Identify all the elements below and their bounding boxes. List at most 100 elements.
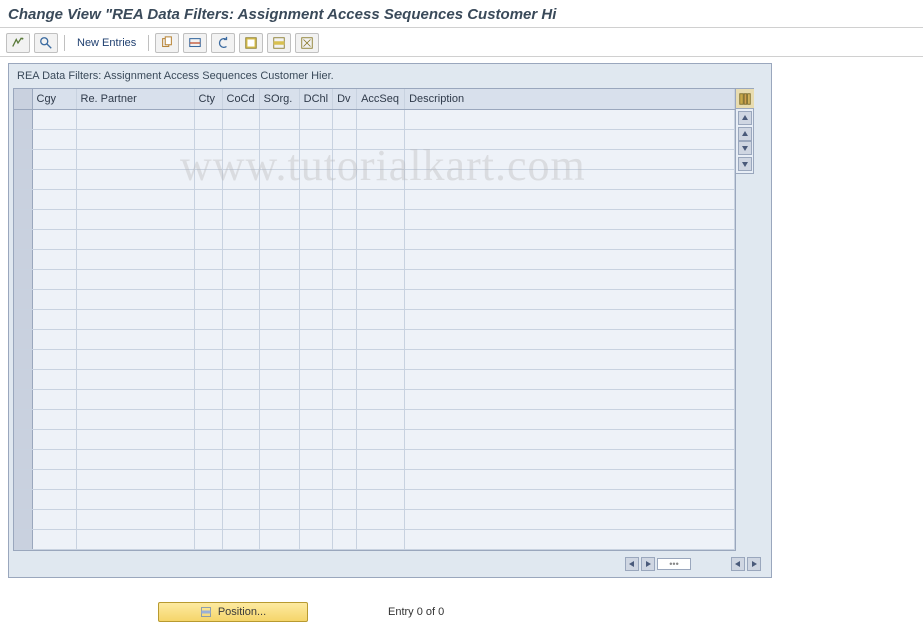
- cell-cocd[interactable]: [222, 289, 259, 309]
- cell-dchl[interactable]: [299, 389, 332, 409]
- cell-cty[interactable]: [194, 129, 222, 149]
- cell-accseq[interactable]: [357, 469, 405, 489]
- cell-cty[interactable]: [194, 489, 222, 509]
- cell-dchl[interactable]: [299, 269, 332, 289]
- cell-partner[interactable]: [76, 369, 194, 389]
- cell-description[interactable]: [405, 509, 735, 529]
- cell-partner[interactable]: [76, 169, 194, 189]
- cell-cty[interactable]: [194, 389, 222, 409]
- cell-dchl[interactable]: [299, 449, 332, 469]
- cell-partner[interactable]: [76, 389, 194, 409]
- table-row[interactable]: [14, 329, 735, 349]
- cell-cty[interactable]: [194, 429, 222, 449]
- cell-partner[interactable]: [76, 289, 194, 309]
- cell-cty[interactable]: [194, 449, 222, 469]
- cell-cocd[interactable]: [222, 389, 259, 409]
- cell-description[interactable]: [405, 329, 735, 349]
- cell-cocd[interactable]: [222, 509, 259, 529]
- table-row[interactable]: [14, 229, 735, 249]
- cell-cocd[interactable]: [222, 409, 259, 429]
- cell-dv[interactable]: [333, 129, 357, 149]
- cell-partner[interactable]: [76, 489, 194, 509]
- cell-sorg[interactable]: [259, 149, 299, 169]
- cell-sorg[interactable]: [259, 469, 299, 489]
- table-row[interactable]: [14, 349, 735, 369]
- cell-cocd[interactable]: [222, 169, 259, 189]
- cell-dchl[interactable]: [299, 529, 332, 549]
- cell-accseq[interactable]: [357, 249, 405, 269]
- cell-dchl[interactable]: [299, 249, 332, 269]
- cell-partner[interactable]: [76, 309, 194, 329]
- column-header-partner[interactable]: Re. Partner: [76, 89, 194, 109]
- scroll-down-button[interactable]: [738, 157, 752, 171]
- row-selector[interactable]: [14, 489, 32, 509]
- cell-cocd[interactable]: [222, 269, 259, 289]
- cell-sorg[interactable]: [259, 329, 299, 349]
- cell-description[interactable]: [405, 369, 735, 389]
- cell-cty[interactable]: [194, 329, 222, 349]
- cell-description[interactable]: [405, 489, 735, 509]
- cell-partner[interactable]: [76, 209, 194, 229]
- cell-sorg[interactable]: [259, 529, 299, 549]
- row-selector[interactable]: [14, 389, 32, 409]
- cell-cgy[interactable]: [32, 169, 76, 189]
- cell-cocd[interactable]: [222, 189, 259, 209]
- cell-cgy[interactable]: [32, 369, 76, 389]
- cell-dv[interactable]: [333, 309, 357, 329]
- cell-accseq[interactable]: [357, 129, 405, 149]
- cell-cgy[interactable]: [32, 309, 76, 329]
- cell-sorg[interactable]: [259, 269, 299, 289]
- column-configuration-button[interactable]: [736, 89, 754, 109]
- cell-cty[interactable]: [194, 529, 222, 549]
- cell-cgy[interactable]: [32, 209, 76, 229]
- cell-accseq[interactable]: [357, 149, 405, 169]
- cell-description[interactable]: [405, 209, 735, 229]
- cell-description[interactable]: [405, 389, 735, 409]
- column-header-cgy[interactable]: Cgy: [32, 89, 76, 109]
- cell-cgy[interactable]: [32, 249, 76, 269]
- cell-dv[interactable]: [333, 369, 357, 389]
- scroll-down-button-2[interactable]: [738, 141, 752, 155]
- cell-cgy[interactable]: [32, 149, 76, 169]
- cell-cty[interactable]: [194, 249, 222, 269]
- cell-dv[interactable]: [333, 469, 357, 489]
- cell-dv[interactable]: [333, 289, 357, 309]
- cell-cgy[interactable]: [32, 469, 76, 489]
- cell-dchl[interactable]: [299, 509, 332, 529]
- cell-dv[interactable]: [333, 149, 357, 169]
- data-grid[interactable]: Cgy Re. Partner Cty CoCd SOrg. DChl Dv A…: [13, 88, 736, 551]
- cell-description[interactable]: [405, 149, 735, 169]
- row-selector[interactable]: [14, 109, 32, 129]
- table-row[interactable]: [14, 369, 735, 389]
- cell-dv[interactable]: [333, 489, 357, 509]
- cell-sorg[interactable]: [259, 509, 299, 529]
- table-row[interactable]: [14, 469, 735, 489]
- cell-cty[interactable]: [194, 169, 222, 189]
- cell-partner[interactable]: [76, 129, 194, 149]
- table-row[interactable]: [14, 129, 735, 149]
- cell-cocd[interactable]: [222, 449, 259, 469]
- column-header-accseq[interactable]: AccSeq: [357, 89, 405, 109]
- cell-cgy[interactable]: [32, 129, 76, 149]
- table-row[interactable]: [14, 169, 735, 189]
- cell-accseq[interactable]: [357, 329, 405, 349]
- position-button[interactable]: Position...: [158, 602, 308, 622]
- other-view-button[interactable]: [6, 33, 30, 53]
- cell-description[interactable]: [405, 289, 735, 309]
- column-header-description[interactable]: Description: [405, 89, 735, 109]
- cell-description[interactable]: [405, 529, 735, 549]
- scroll-right-button[interactable]: [641, 557, 655, 571]
- cell-cocd[interactable]: [222, 349, 259, 369]
- cell-dv[interactable]: [333, 409, 357, 429]
- cell-accseq[interactable]: [357, 169, 405, 189]
- column-header-cty[interactable]: Cty: [194, 89, 222, 109]
- column-header-dv[interactable]: Dv: [333, 89, 357, 109]
- cell-cocd[interactable]: [222, 149, 259, 169]
- table-row[interactable]: [14, 489, 735, 509]
- cell-cgy[interactable]: [32, 329, 76, 349]
- cell-description[interactable]: [405, 309, 735, 329]
- cell-cocd[interactable]: [222, 309, 259, 329]
- row-selector[interactable]: [14, 329, 32, 349]
- scroll-up-button-2[interactable]: [738, 127, 752, 141]
- table-row[interactable]: [14, 269, 735, 289]
